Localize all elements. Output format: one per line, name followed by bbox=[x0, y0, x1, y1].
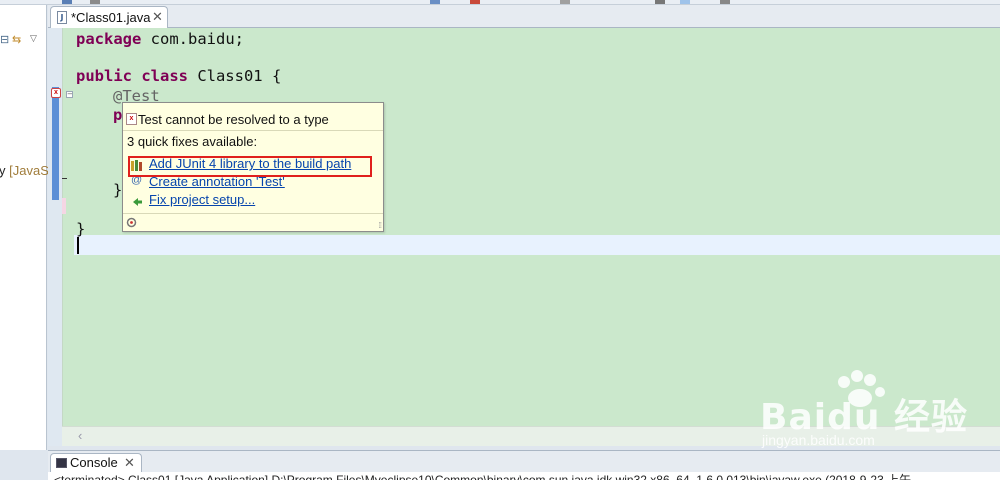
quick-fix-label[interactable]: Fix project setup... bbox=[149, 192, 255, 207]
fix-setup-icon bbox=[131, 194, 143, 206]
package-explorer-toolbar: ⊟ ⇆ ▽ bbox=[0, 30, 46, 50]
text-caret bbox=[77, 237, 79, 254]
console-output[interactable]: <terminated> Class01 [Java Application] … bbox=[48, 472, 1000, 480]
popup-subtitle: 3 quick fixes available: bbox=[127, 134, 258, 149]
range-indicator bbox=[52, 87, 59, 200]
editor-tab-bar: J *Class01.java ✕ bbox=[48, 5, 1000, 28]
toolbar-icon[interactable] bbox=[655, 0, 665, 4]
tab-class01-java[interactable]: J *Class01.java ✕ bbox=[50, 6, 168, 28]
java-file-icon: J bbox=[57, 11, 67, 24]
watermark-url: jingyan.baidu.com bbox=[762, 432, 875, 448]
folding-gutter: − bbox=[63, 28, 74, 446]
toolbar-icon[interactable] bbox=[470, 0, 480, 4]
package-explorer-panel: ⊟ ⇆ ▽ y [JavaS bbox=[0, 5, 49, 450]
quick-fix-popup: x Test cannot be resolved to a type 3 qu… bbox=[122, 102, 384, 232]
console-icon bbox=[56, 458, 67, 468]
tab-label: Console bbox=[70, 455, 118, 470]
toolbar-icon[interactable] bbox=[720, 0, 730, 4]
watermark: Baidu 经验 jingyan.baidu.com bbox=[760, 370, 1000, 470]
tab-console[interactable]: Console ✕ bbox=[50, 453, 142, 473]
code-keyword: public class bbox=[76, 67, 188, 85]
collapse-all-icon[interactable]: ⊟ bbox=[0, 33, 9, 46]
package-name: com.baidu; bbox=[150, 30, 244, 48]
error-icon: x bbox=[126, 113, 137, 125]
link-editor-icon[interactable]: ⇆ bbox=[12, 33, 21, 46]
code-line-5: p bbox=[113, 106, 123, 124]
divider bbox=[123, 130, 383, 131]
highlight-box bbox=[128, 156, 372, 177]
toolbar-icon[interactable] bbox=[430, 0, 440, 4]
view-menu-icon[interactable]: ▽ bbox=[30, 33, 37, 44]
resize-grip-icon[interactable]: ⁞⁞ bbox=[379, 221, 383, 230]
scroll-left-icon[interactable]: ‹ bbox=[78, 428, 82, 443]
close-icon[interactable]: ✕ bbox=[124, 455, 135, 471]
error-marker-icon[interactable]: x bbox=[51, 88, 61, 98]
console-text: <terminated> Class01 [Java Application] … bbox=[54, 473, 912, 480]
gear-icon[interactable] bbox=[126, 217, 137, 228]
code-line-close-method: } bbox=[113, 181, 123, 199]
tree-item-name: y bbox=[0, 163, 6, 178]
fold-collapse-icon[interactable]: − bbox=[66, 91, 73, 98]
divider bbox=[123, 213, 383, 214]
current-line-highlight bbox=[74, 235, 1000, 255]
code-line-1: package com.baidu; bbox=[76, 30, 244, 48]
toolbar-icon[interactable] bbox=[680, 0, 690, 4]
code-line-close-class: } bbox=[76, 220, 86, 238]
toolbar-icon[interactable] bbox=[62, 0, 72, 4]
tree-item-decoration: [JavaS bbox=[9, 163, 49, 178]
popup-title: Test cannot be resolved to a type bbox=[138, 112, 329, 127]
code-line-3: public class Class01 { bbox=[76, 67, 281, 85]
tab-label: *Class01.java bbox=[71, 10, 151, 25]
tree-item-label[interactable]: y [JavaS bbox=[0, 163, 49, 178]
toolbar-icon[interactable] bbox=[90, 0, 100, 4]
close-icon[interactable]: ✕ bbox=[152, 9, 163, 25]
code-text: Class01 { bbox=[187, 67, 282, 85]
toolbar-icon[interactable] bbox=[560, 0, 570, 4]
